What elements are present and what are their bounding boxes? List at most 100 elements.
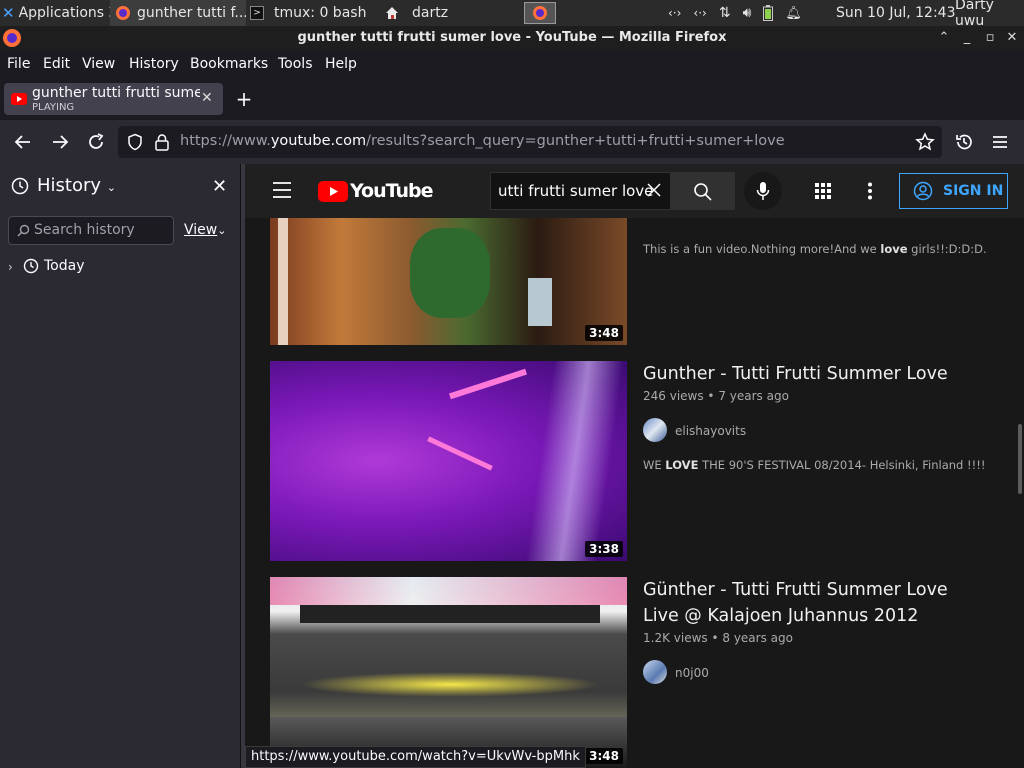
forward-arrow-icon bbox=[53, 135, 69, 149]
menu-file[interactable]: File bbox=[7, 56, 30, 72]
network-icon[interactable]: ‹·› bbox=[668, 6, 681, 20]
reload-button[interactable] bbox=[86, 132, 106, 152]
voice-search-button[interactable] bbox=[744, 172, 782, 210]
menu-bar: File Edit View History Bookmarks Tools H… bbox=[0, 50, 1024, 78]
task-tmux[interactable]: > tmux: 0 bash bbox=[250, 0, 380, 26]
task-dartz[interactable]: dartz bbox=[384, 0, 514, 26]
video-description: WE LOVE THE 90'S FESTIVAL 08/2014- Helsi… bbox=[643, 458, 985, 472]
video-thumbnail[interactable]: 3:38 bbox=[270, 361, 627, 561]
video-title-line: Live @ Kalajoen Juhannus 2012 bbox=[643, 606, 919, 626]
lock-icon[interactable] bbox=[154, 133, 170, 151]
history-group-clock-icon bbox=[23, 258, 39, 274]
task-label: gunther tutti f... bbox=[137, 5, 246, 21]
battery-icon[interactable] bbox=[763, 5, 774, 21]
video-title[interactable]: Gunther - Tutti Frutti Summer Love bbox=[643, 361, 1003, 387]
youtube-play-logo-icon bbox=[318, 181, 348, 202]
back-button[interactable] bbox=[13, 132, 33, 152]
menu-view[interactable]: View bbox=[82, 56, 115, 72]
app-menu-button[interactable] bbox=[990, 132, 1010, 152]
microphone-icon bbox=[756, 181, 770, 201]
youtube-search-button[interactable] bbox=[671, 172, 735, 210]
applications-menu[interactable]: ✕ Applications 3 bbox=[2, 0, 110, 26]
applications-label: Applications bbox=[18, 5, 105, 21]
volume-icon[interactable]: 🔊︎ bbox=[743, 5, 752, 21]
window-shade-button[interactable]: ⌃ bbox=[935, 29, 953, 47]
view-count: 246 views bbox=[643, 389, 704, 403]
workspace-firefox-indicator[interactable] bbox=[524, 2, 556, 24]
tab-title: gunther tutti frutti sumer love - YouTub… bbox=[32, 85, 200, 101]
window-maximize-button[interactable]: ▫ bbox=[981, 29, 999, 47]
video-title-line: Günther - Tutti Frutti Summer Love bbox=[643, 580, 948, 600]
task-firefox[interactable]: gunther tutti f... bbox=[110, 0, 246, 26]
channel-avatar[interactable] bbox=[643, 418, 667, 442]
xfce-logo-icon: ✕ bbox=[2, 4, 15, 22]
search-history-input[interactable]: Search history bbox=[8, 216, 174, 245]
url-path: /results?search_query=gunther+tutti+frut… bbox=[366, 133, 785, 149]
menu-bookmarks[interactable]: Bookmarks bbox=[190, 56, 268, 72]
close-sidebar-icon[interactable]: ✕ bbox=[212, 176, 227, 197]
menu-edit[interactable]: Edit bbox=[43, 56, 70, 72]
sidebar-title: History bbox=[37, 175, 102, 196]
video-duration: 3:48 bbox=[585, 325, 623, 341]
new-tab-button[interactable]: + bbox=[234, 87, 254, 111]
description-text: THE 90'S FESTIVAL 08/2014- Helsinki, Fin… bbox=[698, 458, 986, 472]
settings-more-button[interactable] bbox=[867, 182, 873, 200]
navigation-bar: https://www.youtube.com/results?search_q… bbox=[0, 120, 1024, 164]
video-thumbnail[interactable]: 3:48 bbox=[270, 218, 627, 345]
channel-name[interactable]: elishayovits bbox=[675, 424, 746, 438]
menu-tools[interactable]: Tools bbox=[278, 56, 313, 72]
bookmark-star-icon[interactable] bbox=[915, 132, 935, 152]
menu-help[interactable]: Help bbox=[325, 56, 357, 72]
tab-youtube[interactable]: gunther tutti frutti sumer love - YouTub… bbox=[4, 83, 223, 115]
video-thumbnail[interactable]: 3:48 bbox=[270, 577, 627, 768]
apps-grid-button[interactable] bbox=[814, 182, 832, 200]
youtube-logo[interactable] bbox=[318, 181, 348, 202]
youtube-favicon-icon bbox=[11, 93, 27, 105]
web-content: YouTube utti frutti sumer love SIGN IN 3… bbox=[245, 164, 1024, 768]
back-arrow-icon bbox=[14, 135, 30, 149]
chevron-down-icon: ⌄ bbox=[217, 224, 227, 237]
history-button[interactable] bbox=[954, 132, 974, 152]
video-title[interactable]: Günther - Tutti Frutti Summer Love Live @… bbox=[643, 577, 1003, 629]
clock-text: Sun 10 Jul, 12:43 bbox=[836, 5, 956, 21]
search-icon bbox=[17, 224, 30, 237]
youtube-search-input[interactable]: utti frutti sumer love bbox=[490, 172, 671, 210]
clear-search-icon[interactable] bbox=[647, 183, 661, 197]
description-highlight: LOVE bbox=[665, 458, 699, 472]
network-icon[interactable]: ‹·› bbox=[693, 6, 706, 20]
user-menu[interactable]: Darty uwu bbox=[955, 0, 1024, 29]
history-group-today[interactable]: Today bbox=[44, 258, 85, 274]
sign-in-label: SIGN IN bbox=[943, 183, 1004, 199]
search-placeholder: Search history bbox=[34, 222, 135, 238]
sign-in-button[interactable]: SIGN IN bbox=[899, 173, 1008, 209]
channel-avatar[interactable] bbox=[643, 660, 667, 684]
video-duration: 3:38 bbox=[585, 541, 623, 557]
system-tray: ‹·› ‹·› ⇅ 🔊︎ 🔔︎ bbox=[668, 0, 828, 26]
notification-bell-icon[interactable]: 🔔︎ bbox=[785, 6, 802, 21]
terminal-icon: > bbox=[250, 6, 264, 20]
chevron-down-icon: ⌄ bbox=[106, 181, 116, 194]
expand-twisty-icon[interactable]: › bbox=[8, 260, 13, 274]
hamburger-menu-icon bbox=[993, 136, 1007, 148]
description-text: This is a fun video.Nothing more!And we bbox=[643, 242, 881, 256]
shield-icon[interactable] bbox=[126, 133, 144, 151]
window-minimize-button[interactable]: _ bbox=[958, 29, 976, 47]
clock[interactable]: Sun 10 Jul, 12:43 bbox=[836, 0, 956, 26]
transfer-arrows-icon[interactable]: ⇅ bbox=[719, 5, 731, 21]
channel-name[interactable]: n0j00 bbox=[675, 666, 709, 680]
vertical-dots-icon bbox=[868, 182, 872, 200]
menu-history[interactable]: History bbox=[129, 56, 179, 72]
url-bar[interactable]: https://www.youtube.com/results?search_q… bbox=[118, 126, 942, 158]
video-duration: 3:48 bbox=[585, 748, 623, 764]
forward-button[interactable] bbox=[50, 132, 70, 152]
view-options-button[interactable]: View⌄ bbox=[184, 222, 226, 238]
view-label: View bbox=[184, 222, 218, 238]
url-text[interactable]: https://www.youtube.com/results?search_q… bbox=[180, 133, 785, 149]
page-scrollbar-thumb[interactable] bbox=[1018, 424, 1022, 494]
firefox-icon bbox=[115, 5, 131, 21]
task-label: dartz bbox=[412, 5, 449, 21]
guide-menu-button[interactable] bbox=[272, 181, 292, 199]
tab-close-icon[interactable]: ✕ bbox=[201, 90, 213, 106]
window-close-button[interactable]: ✕ bbox=[1003, 29, 1021, 47]
sidebar-title-dropdown[interactable]: History ⌄ bbox=[37, 175, 116, 196]
